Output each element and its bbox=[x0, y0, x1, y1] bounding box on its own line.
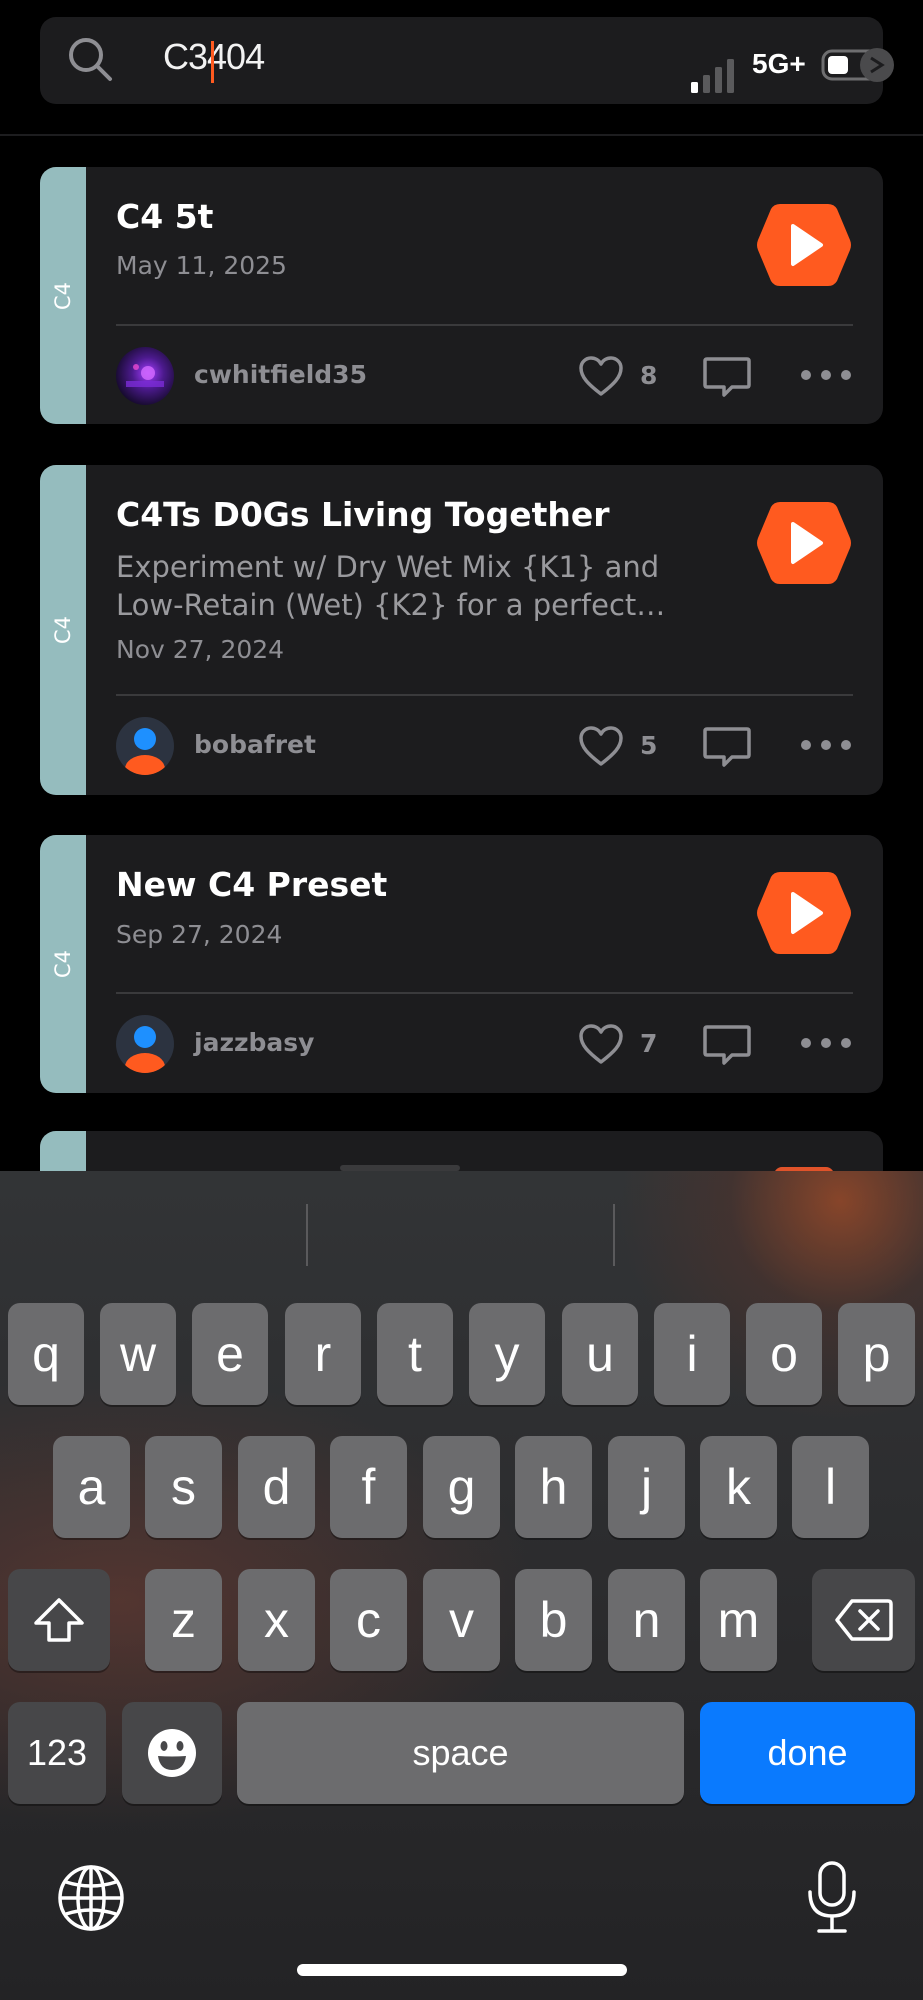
suggestion-divider bbox=[613, 1204, 615, 1266]
avatar-photo bbox=[126, 364, 164, 387]
avatar[interactable] bbox=[116, 347, 174, 405]
key-p[interactable]: p bbox=[838, 1303, 915, 1405]
more-options-icon[interactable] bbox=[798, 1033, 854, 1053]
like-count: 7 bbox=[640, 1029, 658, 1058]
username[interactable]: cwhitfield35 bbox=[194, 360, 367, 389]
key-v[interactable]: v bbox=[423, 1569, 500, 1671]
shift-key[interactable] bbox=[8, 1569, 110, 1671]
key-a[interactable]: a bbox=[53, 1436, 130, 1538]
globe-icon[interactable] bbox=[56, 1863, 126, 1933]
key-r[interactable]: r bbox=[285, 1303, 361, 1405]
like-count: 5 bbox=[640, 731, 658, 760]
card-title[interactable]: C4 5t bbox=[116, 197, 213, 236]
key-d[interactable]: d bbox=[238, 1436, 315, 1538]
key-l[interactable]: l bbox=[792, 1436, 869, 1538]
card-divider bbox=[116, 992, 853, 994]
key-o[interactable]: o bbox=[746, 1303, 822, 1405]
cellular-signal-icon bbox=[691, 59, 734, 93]
numbers-key[interactable]: 123 bbox=[8, 1702, 106, 1804]
emoji-key[interactable] bbox=[122, 1702, 222, 1804]
like-count: 8 bbox=[640, 361, 658, 390]
avatar[interactable] bbox=[116, 717, 174, 775]
text-caret bbox=[211, 41, 214, 83]
card-divider bbox=[116, 694, 853, 696]
category-tag: C4 bbox=[40, 167, 86, 424]
default-avatar-icon bbox=[125, 1026, 165, 1073]
key-w[interactable]: w bbox=[100, 1303, 176, 1405]
comment-icon[interactable] bbox=[702, 725, 752, 769]
search-bar[interactable]: C3404 5G+ bbox=[40, 17, 894, 104]
key-m[interactable]: m bbox=[700, 1569, 777, 1671]
key-t[interactable]: t bbox=[377, 1303, 453, 1405]
key-b[interactable]: b bbox=[515, 1569, 592, 1671]
suggestion-divider bbox=[306, 1204, 308, 1266]
more-options-icon[interactable] bbox=[798, 365, 854, 385]
card-date: May 11, 2025 bbox=[116, 251, 287, 280]
comment-icon[interactable] bbox=[702, 1023, 752, 1067]
on-screen-keyboard: q w e r t y u i o p a s d f g h j k l z … bbox=[0, 1171, 923, 2000]
card-title[interactable]: C4Ts D0Gs Living Together bbox=[116, 495, 610, 534]
key-y[interactable]: y bbox=[469, 1303, 545, 1405]
username[interactable]: jazzbasy bbox=[194, 1028, 314, 1057]
space-key[interactable]: space bbox=[237, 1702, 684, 1804]
delete-key[interactable] bbox=[812, 1569, 915, 1671]
preset-card[interactable]: C4 C4Ts D0Gs Living Together Experiment … bbox=[40, 465, 883, 795]
heart-icon[interactable] bbox=[578, 1023, 624, 1065]
card-divider bbox=[116, 324, 853, 326]
search-icon bbox=[69, 38, 112, 81]
key-u[interactable]: u bbox=[562, 1303, 638, 1405]
shift-icon bbox=[34, 1598, 84, 1642]
preset-card[interactable]: C4 C4 5t May 11, 2025 cwhitfield35 8 bbox=[40, 167, 883, 424]
preset-card[interactable]: C4 New C4 Preset Sep 27, 2024 jazzbasy 7 bbox=[40, 835, 883, 1093]
done-key[interactable]: done bbox=[700, 1702, 915, 1804]
backspace-icon bbox=[834, 1599, 893, 1641]
card-date: Sep 27, 2024 bbox=[116, 920, 283, 949]
card-title[interactable]: New C4 Preset bbox=[116, 865, 387, 904]
key-n[interactable]: n bbox=[608, 1569, 685, 1671]
key-g[interactable]: g bbox=[423, 1436, 500, 1538]
key-i[interactable]: i bbox=[654, 1303, 730, 1405]
play-button[interactable] bbox=[756, 500, 852, 586]
key-s[interactable]: s bbox=[145, 1436, 222, 1538]
category-tag: C4 bbox=[40, 465, 86, 795]
network-type: 5G+ bbox=[752, 48, 806, 79]
battery-icon bbox=[821, 48, 894, 82]
card-description: Experiment w/ Dry Wet Mix {K1} and Low-R… bbox=[116, 550, 666, 622]
heart-icon[interactable] bbox=[578, 725, 624, 767]
comment-icon[interactable] bbox=[702, 355, 752, 399]
avatar[interactable] bbox=[116, 1015, 174, 1073]
heart-icon[interactable] bbox=[578, 355, 624, 397]
more-options-icon[interactable] bbox=[798, 735, 854, 755]
key-c[interactable]: c bbox=[330, 1569, 407, 1671]
key-x[interactable]: x bbox=[238, 1569, 315, 1671]
play-button[interactable] bbox=[756, 202, 852, 288]
home-indicator[interactable] bbox=[297, 1964, 627, 1976]
key-q[interactable]: q bbox=[8, 1303, 84, 1405]
key-h[interactable]: h bbox=[515, 1436, 592, 1538]
microphone-icon[interactable] bbox=[805, 1860, 859, 1936]
key-k[interactable]: k bbox=[700, 1436, 777, 1538]
emoji-icon bbox=[148, 1729, 196, 1777]
key-e[interactable]: e bbox=[192, 1303, 268, 1405]
default-avatar-icon bbox=[125, 728, 165, 775]
key-j[interactable]: j bbox=[608, 1436, 685, 1538]
play-button[interactable] bbox=[756, 870, 852, 956]
key-f[interactable]: f bbox=[330, 1436, 407, 1538]
category-tag: C4 bbox=[40, 835, 86, 1093]
username[interactable]: bobafret bbox=[194, 730, 316, 759]
header-divider bbox=[0, 134, 923, 136]
key-z[interactable]: z bbox=[145, 1569, 222, 1671]
card-date: Nov 27, 2024 bbox=[116, 635, 285, 664]
